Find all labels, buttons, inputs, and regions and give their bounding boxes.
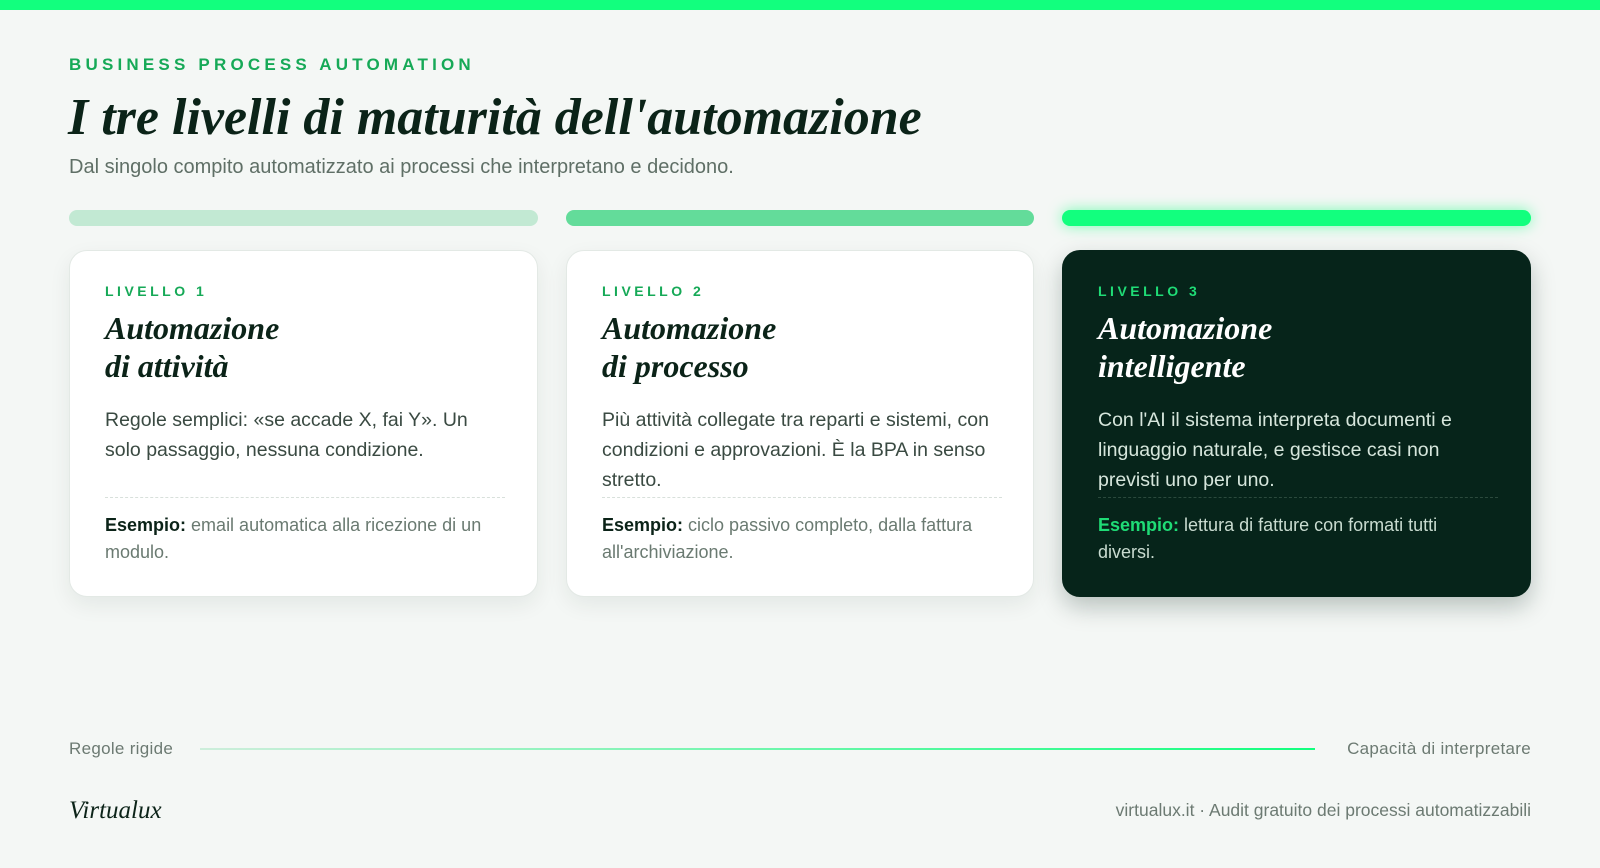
card-title-line-1: Automazione <box>1098 310 1273 346</box>
card-title-line-2: intelligente <box>1098 348 1246 384</box>
card-title: Automazione intelligente <box>1098 309 1495 385</box>
level-label: LIVELLO 1 <box>105 283 208 299</box>
card-divider <box>1098 497 1498 498</box>
level-3-card: LIVELLO 3 Automazione intelligente Con l… <box>1062 250 1531 597</box>
level-2-card: LIVELLO 2 Automazione di processo Più at… <box>566 250 1034 597</box>
footer-note: virtualux.it · Audit gratuito dei proces… <box>1115 800 1531 820</box>
level-1-progress-bar <box>69 210 538 226</box>
scale-right-label: Capacità di interpretare <box>1347 739 1531 758</box>
level-1-card: LIVELLO 1 Automazione di attività Regole… <box>69 250 538 597</box>
page-subtitle: Dal singolo compito automatizzato ai pro… <box>69 156 734 178</box>
card-title-line-1: Automazione <box>602 310 777 346</box>
level-label: LIVELLO 2 <box>602 283 705 299</box>
card-example: Esempio: lettura di fatture con formati … <box>1098 512 1495 566</box>
card-title-line-1: Automazione <box>105 310 280 346</box>
scale-left-label: Regole rigide <box>69 739 174 758</box>
card-title: Automazione di attività <box>105 309 502 385</box>
page-title: I tre livelli di maturità dell'automazio… <box>68 89 922 146</box>
card-title: Automazione di processo <box>602 309 998 385</box>
top-accent-bar <box>0 0 1600 10</box>
level-label: LIVELLO 3 <box>1098 283 1201 299</box>
card-title-line-2: di processo <box>602 348 749 384</box>
card-divider <box>105 497 505 498</box>
example-label: Esempio: <box>1098 515 1180 535</box>
eyebrow-label: BUSINESS PROCESS AUTOMATION <box>69 55 475 74</box>
card-divider <box>602 497 1002 498</box>
card-example: Esempio: ciclo passivo completo, dalla f… <box>602 512 998 566</box>
card-title-line-2: di attività <box>105 348 229 384</box>
example-label: Esempio: <box>105 515 187 535</box>
card-description: Regole semplici: «se accade X, fai Y». U… <box>105 409 468 461</box>
card-description: Con l'AI il sistema interpreta documenti… <box>1098 409 1452 491</box>
example-label: Esempio: <box>602 515 684 535</box>
brand-logo: Virtualux <box>69 797 162 824</box>
card-description: Più attività collegate tra reparti e sis… <box>602 409 989 491</box>
level-2-progress-bar <box>566 210 1034 226</box>
level-3-progress-bar <box>1062 210 1531 226</box>
scale-gradient-line <box>200 748 1315 750</box>
card-example: Esempio: email automatica alla ricezione… <box>105 512 502 566</box>
